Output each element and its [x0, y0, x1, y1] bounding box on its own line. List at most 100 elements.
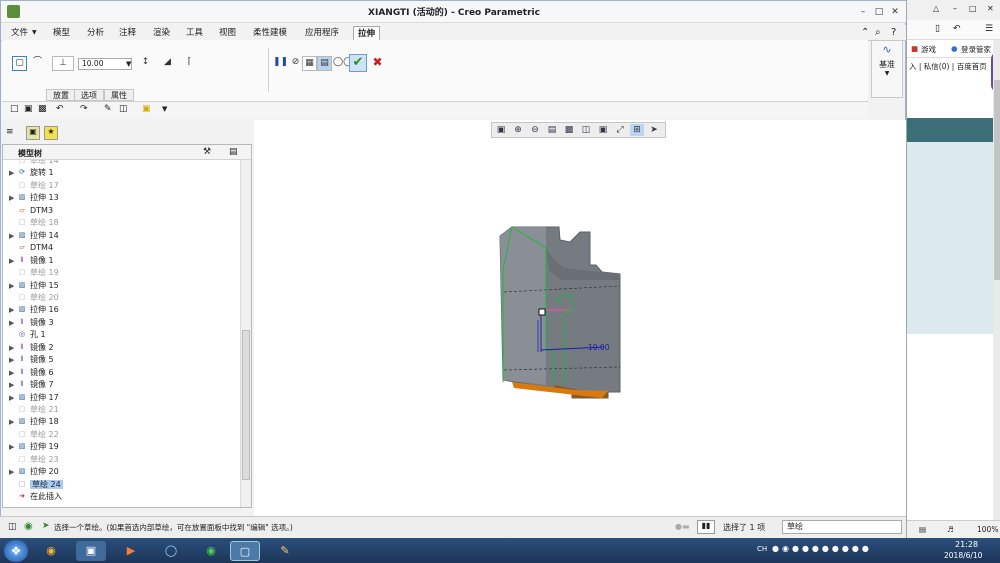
tree-scrollbar-thumb[interactable] — [242, 330, 250, 480]
tree-scrollbar[interactable] — [240, 160, 251, 507]
refit-icon[interactable]: ▣ — [494, 124, 508, 136]
undo-icon[interactable]: ↶ — [56, 104, 64, 114]
subtab-1[interactable]: 选项 — [74, 89, 104, 101]
verify-icon[interactable]: ▤ — [317, 56, 332, 71]
close-button[interactable]: ✕ — [987, 4, 994, 13]
windows-icon[interactable]: ◫ — [119, 104, 128, 114]
tree-row[interactable]: □ 草绘 19 — [9, 267, 59, 279]
tree-row[interactable]: ▶ ▧ 拉伸 16 — [9, 304, 59, 316]
tab-9[interactable]: 拉伸 — [353, 26, 381, 40]
open-icon[interactable]: ▣ — [24, 104, 33, 114]
minimize-button[interactable]: – — [856, 6, 870, 18]
search-icon[interactable]: ⌕ — [875, 27, 881, 38]
folder-icon[interactable]: ▣ — [142, 104, 151, 114]
ok-icon[interactable]: ✔ — [349, 54, 367, 72]
tree-row[interactable]: □ 草绘 22 — [9, 429, 59, 441]
flip-icon[interactable]: ↕ — [138, 56, 153, 71]
tab-4[interactable]: 渲染 — [149, 26, 174, 40]
tree-row[interactable]: ▶ ⫴ 镜像 5 — [9, 354, 54, 366]
annotation-display-icon[interactable]: ⊞ — [630, 124, 644, 136]
zoom-in-icon[interactable]: ⊕ — [511, 124, 525, 136]
tree-row[interactable]: ▶ ▧ 拉伸 15 — [9, 280, 59, 292]
360-taskbar-icon[interactable]: ◉ — [196, 541, 226, 561]
new-icon[interactable]: □ — [10, 104, 19, 114]
model-viewport[interactable]: 10.00 — [254, 120, 906, 516]
pause-icon[interactable]: ❚❚ — [273, 56, 288, 71]
expand-arrow-icon[interactable]: ▶ — [9, 317, 17, 329]
page-icon[interactable]: ▤ — [919, 525, 926, 534]
tab-0[interactable]: 文件 — [7, 26, 32, 40]
depth-option-icon[interactable]: ⊥ — [52, 56, 74, 71]
help-icon[interactable]: ? — [891, 27, 896, 38]
tray-icons[interactable]: ●◉●●●●●●●● — [772, 544, 872, 553]
tree-row[interactable]: □ 草绘 20 — [9, 292, 59, 304]
tree-row[interactable]: □ 草绘 14 — [9, 160, 59, 167]
datum-group[interactable]: ∿ 基准 ▼ — [871, 40, 903, 98]
baidu-netdisk-taskbar-icon[interactable]: ◯ — [156, 541, 186, 561]
regen-status-icon[interactable]: ◉ — [24, 521, 33, 532]
tree-row[interactable]: ▶ ▧ 拉伸 13 — [9, 192, 59, 204]
surface-icon[interactable]: ⌒ — [30, 56, 45, 71]
selection-filter-icon[interactable]: ▮▮ — [697, 520, 715, 534]
layout-icon[interactable]: ◫ — [8, 522, 17, 532]
redo-icon[interactable]: ↷ — [80, 104, 88, 114]
game-link[interactable]: 游戏 — [921, 44, 936, 55]
subtab-0[interactable]: 放置 — [46, 89, 76, 101]
expand-arrow-icon[interactable]: ▶ — [9, 354, 17, 366]
thicken-icon[interactable]: ⌈ — [182, 56, 197, 71]
chevron-down-icon[interactable]: ▼ — [162, 105, 167, 113]
browser-links[interactable]: 入 | 私信(0) | 百度首页 — [907, 60, 995, 74]
user-icon[interactable]: ● — [951, 44, 958, 53]
expand-arrow-icon[interactable]: ▶ — [9, 367, 17, 379]
media-player-taskbar-icon[interactable]: ▶ — [116, 541, 146, 561]
tree-row[interactable]: □ 草绘 24 — [9, 479, 63, 491]
restore-button[interactable]: □ — [969, 4, 977, 13]
tab-2[interactable]: 分析 — [83, 26, 108, 40]
tab-3[interactable]: 注释 — [115, 26, 140, 40]
tree-row[interactable]: □ 草绘 17 — [9, 180, 59, 192]
zoom-level[interactable]: 100% — [977, 525, 998, 534]
tree-row[interactable]: ▶ ⫴ 镜像 3 — [9, 317, 54, 329]
tree-row[interactable]: ▶ ⫴ 镜像 7 — [9, 379, 54, 391]
tree-row[interactable]: ▶ ▧ 拉伸 19 — [9, 441, 59, 453]
start-button[interactable]: ❖ — [4, 540, 28, 562]
explorer-taskbar-icon[interactable]: ▣ — [76, 541, 106, 561]
graphics-area[interactable]: 10.00 — [254, 120, 906, 516]
repaint-icon[interactable]: ▤ — [545, 124, 559, 136]
folder-browser-tab-icon[interactable]: ▣ — [26, 126, 40, 140]
expand-arrow-icon[interactable]: ▶ — [9, 392, 17, 404]
filter-select[interactable]: 草绘 — [782, 520, 902, 534]
tree-row[interactable]: ➔ 在此插入 — [9, 491, 62, 503]
dimension-label[interactable]: 10.00 — [588, 343, 610, 352]
model-tree-tab-icon[interactable]: ≡ — [6, 127, 18, 139]
expand-arrow-icon[interactable]: ▶ — [9, 230, 17, 242]
expand-arrow-icon[interactable]: ▶ — [9, 441, 17, 453]
no-preview-icon[interactable]: ⊘ — [288, 56, 303, 71]
preview-icon[interactable]: ▦ — [302, 56, 317, 71]
menu-icon[interactable]: ☰ — [985, 24, 993, 34]
browser-scrollbar[interactable] — [993, 40, 1000, 520]
shirt-icon[interactable]: △ — [933, 4, 939, 13]
tree-row[interactable]: ▶ ⫴ 镜像 2 — [9, 342, 54, 354]
tree-row[interactable]: ▶ ⫴ 镜像 1 — [9, 255, 54, 267]
zoom-out-icon[interactable]: ⊖ — [528, 124, 542, 136]
tree-columns-icon[interactable]: ▤ — [229, 147, 238, 157]
regenerate-icon[interactable]: ✎ — [104, 104, 112, 114]
paint-taskbar-icon[interactable]: ✎ — [270, 541, 300, 561]
cancel-icon[interactable]: ✖ — [370, 56, 385, 71]
tree-row[interactable]: □ 草绘 23 — [9, 454, 59, 466]
expand-arrow-icon[interactable]: ▶ — [9, 379, 17, 391]
expand-arrow-icon[interactable]: ▶ — [9, 466, 17, 478]
undo-icon[interactable]: ↶ — [953, 24, 961, 34]
expand-arrow-icon[interactable]: ▶ — [9, 416, 17, 428]
expand-arrow-icon[interactable]: ▶ — [9, 342, 17, 354]
remove-material-icon[interactable]: ◢ — [160, 56, 175, 71]
chevron-down-icon[interactable]: ▼ — [126, 58, 131, 70]
tab-5[interactable]: 工具 — [182, 26, 207, 40]
saved-views-icon[interactable]: ◫ — [579, 124, 593, 136]
favorites-tab-icon[interactable]: ★ — [44, 126, 58, 140]
game-icon[interactable]: ■ — [911, 44, 918, 53]
solid-icon[interactable]: ▢ — [12, 56, 27, 71]
browser-scrollbar-thumb[interactable] — [994, 80, 1000, 280]
login-link[interactable]: 登录管家 — [961, 44, 991, 55]
